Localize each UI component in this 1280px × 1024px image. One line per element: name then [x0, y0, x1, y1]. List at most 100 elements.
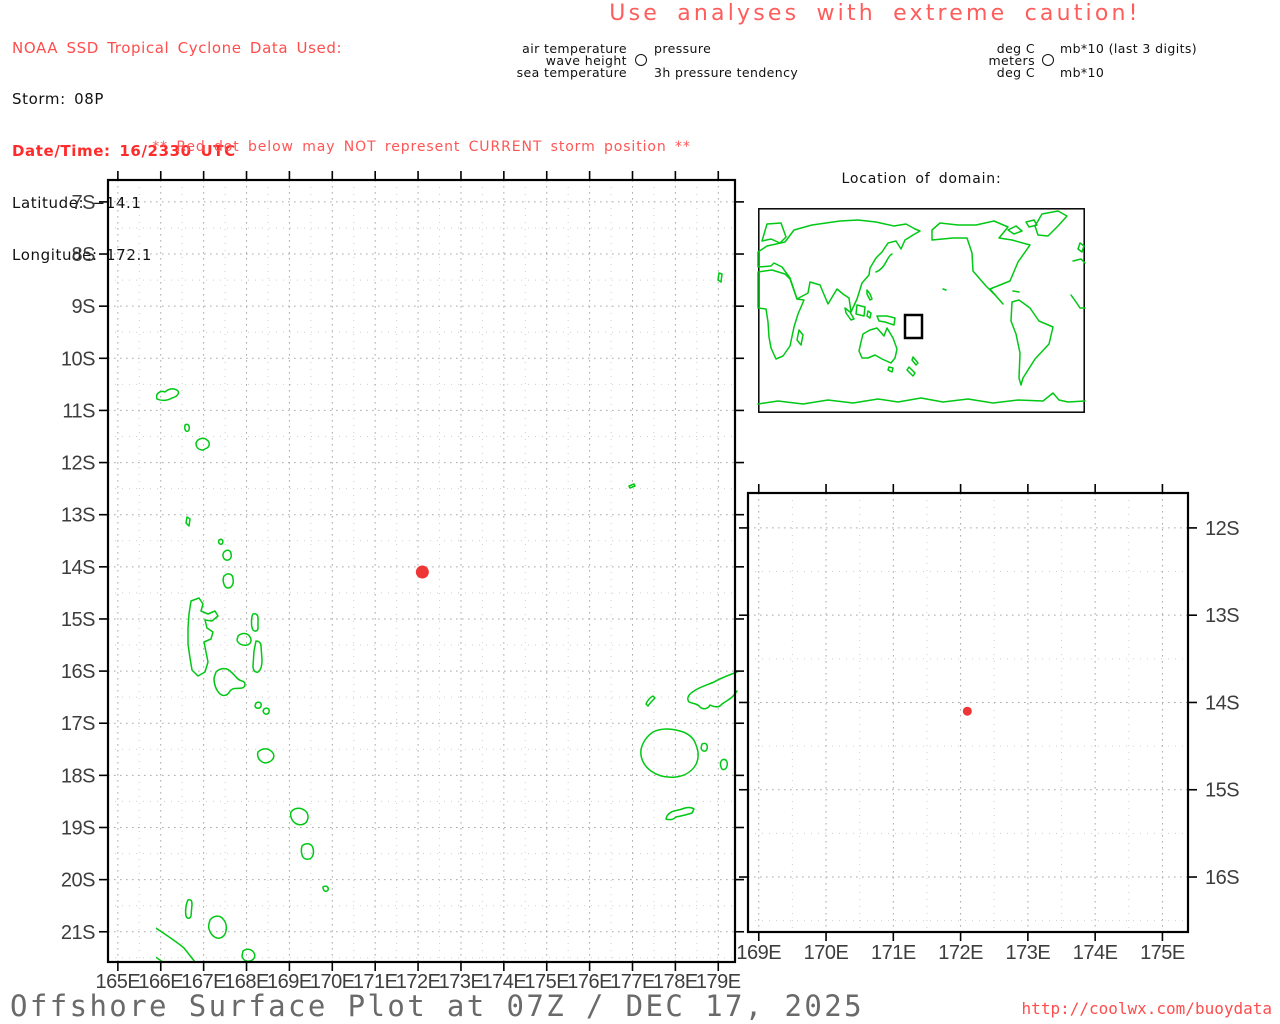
coastline	[289, 807, 309, 826]
coastline	[761, 222, 787, 244]
y-tick-label: 8S	[72, 244, 96, 266]
coastline	[719, 758, 728, 771]
coastline	[1007, 225, 1023, 235]
coastline	[207, 915, 228, 939]
coastline	[640, 728, 699, 778]
tendency-label: 3h pressure tendency	[654, 64, 799, 80]
coastline	[1070, 294, 1086, 309]
y-tick-label: 9S	[72, 296, 96, 318]
coastline	[300, 843, 315, 860]
world-inset-title: Location of domain:	[841, 171, 1002, 187]
coastline	[796, 329, 804, 346]
x-tick-label: 171E	[871, 942, 916, 964]
y-tick-label: 15S	[1205, 780, 1239, 802]
world-map-border	[758, 208, 1085, 413]
x-tick-label: 170E	[804, 942, 849, 964]
y-tick-label: 11S	[62, 400, 95, 422]
y-tick-label: 15S	[61, 609, 95, 631]
coastline	[241, 948, 256, 962]
coastline	[942, 288, 947, 291]
coastline	[156, 956, 164, 963]
coastline	[1034, 210, 1068, 237]
degc-bottom-label: deg C	[996, 64, 1035, 80]
coastline	[185, 516, 191, 527]
storm-position-dot	[962, 706, 972, 716]
coastline	[855, 304, 866, 317]
x-tick-label: 172E	[938, 942, 983, 964]
coastline	[217, 538, 224, 545]
mb10-digits-label: mb*10 (last 3 digits)	[1060, 40, 1198, 56]
station-circle-icon	[1041, 54, 1054, 66]
coastline	[887, 366, 894, 373]
coastline	[184, 423, 190, 433]
coastline	[687, 671, 738, 710]
coastline	[184, 899, 193, 919]
y-tick-label: 17S	[61, 713, 95, 735]
y-tick-label: 13S	[61, 505, 95, 527]
coastline	[156, 388, 180, 402]
coastline	[236, 632, 252, 646]
y-tick-label: 20S	[61, 870, 95, 892]
domain-location-rect	[903, 313, 924, 340]
coastline	[252, 640, 263, 673]
coastline	[875, 253, 893, 273]
station-circle-cell	[627, 54, 654, 66]
coastline	[187, 597, 219, 677]
coastline	[628, 483, 636, 489]
coastline	[213, 667, 246, 697]
station-legend-labels: air temperature pressure wave height sea…	[500, 40, 799, 80]
coastline	[254, 701, 262, 709]
coastline	[906, 366, 916, 377]
y-tick-label: 14S	[61, 557, 95, 579]
coastline	[222, 549, 232, 561]
buoy-plot-page: NOAA SSD Tropical Cyclone Data Used: Sto…	[0, 0, 1280, 1024]
pressure-label: pressure	[654, 40, 712, 56]
legend-row-bottom: sea temperature 3h pressure tendency	[500, 64, 799, 80]
y-tick-label: 13S	[1205, 605, 1239, 627]
y-tick-label: 18S	[61, 765, 95, 787]
coastline	[911, 356, 919, 366]
coastline	[717, 272, 723, 283]
sea-temp-label: sea temperature	[516, 64, 627, 80]
world-coastlines	[757, 210, 1086, 405]
x-tick-label: 175E	[1140, 942, 1185, 964]
coastline	[195, 437, 210, 451]
coastline	[1012, 290, 1020, 293]
main-map-plot: 165E166E167E168E169E170E171E172E173E174E…	[61, 171, 744, 993]
y-tick-label: 21S	[61, 922, 95, 944]
units-row-bottom: deg C mb*10	[985, 64, 1197, 80]
coastline	[222, 573, 234, 589]
coastline	[1010, 299, 1054, 386]
y-tick-label: 14S	[1205, 692, 1239, 714]
storm-position-dot	[415, 565, 429, 579]
main-map-coastlines	[156, 272, 738, 963]
coastline	[665, 806, 695, 821]
coastline	[256, 748, 275, 764]
coastline	[757, 219, 921, 313]
y-tick-label: 19S	[61, 817, 95, 839]
y-tick-label: 12S	[61, 453, 95, 475]
coastline	[866, 310, 872, 319]
coastline	[250, 613, 259, 632]
coastline	[757, 269, 805, 360]
coastline	[858, 327, 898, 364]
coastline	[757, 392, 1086, 405]
caution-banner: Use analyses with extreme caution!	[609, 1, 1141, 26]
coastline	[866, 289, 873, 301]
zoom-map-plot: 169E 170E 171E 172E 173E 174E 175E 12S 13S 14S 15S…	[736, 484, 1240, 964]
storm-data-source: NOAA SSD Tropical Cyclone Data Used:	[12, 38, 343, 57]
station-circle-icon	[634, 54, 647, 66]
coastline	[322, 885, 329, 892]
coastline	[1072, 258, 1086, 264]
coastline	[156, 927, 196, 963]
station-circle-cell	[1035, 54, 1060, 66]
y-tick-label: 10S	[61, 348, 95, 370]
station-legend-units: deg C mb*10 (last 3 digits) meters deg C…	[985, 40, 1198, 80]
source-url[interactable]: http://coolwx.com/buoydata	[1022, 999, 1272, 1018]
storm-position-warning: ** Red dot below may NOT represent CURRE…	[152, 139, 691, 155]
x-tick-label: 173E	[1006, 942, 1051, 964]
y-tick-label: 7S	[72, 192, 96, 214]
y-tick-label: 12S	[1205, 518, 1239, 540]
mb10-label: mb*10	[1060, 64, 1105, 80]
y-tick-label: 16S	[61, 661, 95, 683]
